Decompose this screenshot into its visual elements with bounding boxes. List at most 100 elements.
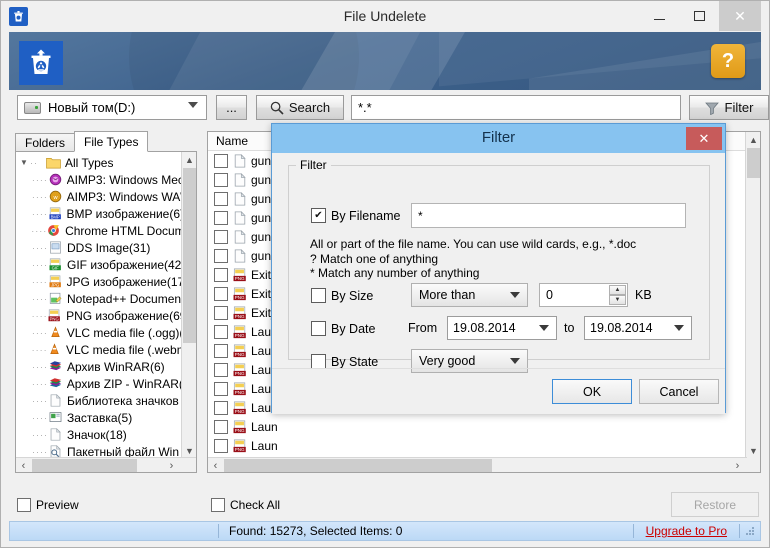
list-vertical-scrollbar[interactable]: ▲ ▼: [745, 132, 760, 472]
restore-button[interactable]: Restore: [671, 492, 759, 517]
check-all-checkbox[interactable]: Check All: [211, 497, 280, 513]
resize-grip-icon[interactable]: [744, 525, 756, 537]
table-row[interactable]: PNG Laun: [208, 417, 746, 436]
list-hscroll-left-icon[interactable]: ‹: [208, 458, 223, 472]
by-state-checkbox[interactable]: By State: [311, 354, 378, 369]
list-scroll-down-icon[interactable]: ▼: [746, 443, 760, 458]
help-button[interactable]: ?: [711, 44, 745, 78]
row-checkbox[interactable]: [214, 400, 228, 415]
row-checkbox[interactable]: [214, 324, 228, 339]
tab-file-types[interactable]: File Types: [74, 131, 149, 152]
funnel-icon: [704, 102, 719, 115]
row-checkbox[interactable]: [214, 362, 228, 377]
tree-item[interactable]: ···· Chrome HTML Docume: [16, 222, 182, 239]
by-date-checkbox[interactable]: By Date: [311, 321, 375, 336]
drive-select[interactable]: Новый том(D:): [17, 95, 207, 120]
spinner-down-icon[interactable]: ▼: [609, 295, 626, 305]
tree-item[interactable]: ···· Архив ZIP - WinRAR(: [16, 375, 182, 392]
row-checkbox[interactable]: [214, 229, 228, 244]
by-filename-checkbox[interactable]: ✔ By Filename: [311, 208, 400, 223]
tree-item[interactable]: ···· DDS Image(31): [16, 239, 182, 256]
tree-item[interactable]: ···· AIMP3: Windows Mec: [16, 171, 182, 188]
tree-scroll-up-icon[interactable]: ▲: [182, 152, 196, 167]
row-checkbox[interactable]: [214, 286, 228, 301]
tree-scroll-thumb[interactable]: [183, 168, 196, 343]
tree-connector: ····: [31, 276, 48, 287]
tree-item[interactable]: ···· BMP BMP изображение(6): [16, 205, 182, 222]
by-date-checkbox-box[interactable]: [311, 321, 326, 336]
search-input[interactable]: *.*: [351, 95, 681, 120]
list-hscroll-thumb[interactable]: [224, 459, 492, 472]
upgrade-to-pro-link[interactable]: Upgrade to Pro: [634, 524, 739, 538]
preview-checkbox-box[interactable]: [17, 498, 31, 512]
size-operator-select[interactable]: More than: [411, 283, 528, 307]
tree-item[interactable]: ···· Библиотека значков: [16, 392, 182, 409]
column-header-name[interactable]: Name: [208, 134, 248, 148]
check-all-checkbox-box[interactable]: [211, 498, 225, 512]
list-scroll-up-icon[interactable]: ▲: [746, 132, 760, 147]
by-state-checkbox-box[interactable]: [311, 354, 326, 369]
tree-vertical-scrollbar[interactable]: ▲ ▼: [181, 152, 196, 472]
tree-item[interactable]: ···· JPG JPG изображение(17: [16, 273, 182, 290]
row-checkbox[interactable]: [214, 172, 228, 187]
tree-item[interactable]: ···· PNG PNG изображение(69: [16, 307, 182, 324]
row-checkbox[interactable]: [214, 419, 228, 434]
minimize-button[interactable]: [639, 1, 679, 31]
tab-folders[interactable]: Folders: [15, 133, 76, 152]
filename-input[interactable]: *: [411, 203, 686, 228]
size-value-input[interactable]: 0 ▲ ▼: [539, 283, 628, 307]
generic-file-icon: [234, 153, 246, 168]
generic-file-icon: [234, 191, 246, 206]
row-checkbox[interactable]: [214, 248, 228, 263]
list-scroll-thumb[interactable]: [747, 148, 760, 178]
tree-hscroll-left-icon[interactable]: ‹: [16, 458, 31, 472]
tree-root-item[interactable]: ▼ ·· All Types: [16, 154, 182, 171]
tree-item[interactable]: ···· VLC media file (.ogg)(: [16, 324, 182, 341]
row-checkbox[interactable]: [214, 343, 228, 358]
row-name: Laun: [251, 419, 278, 434]
jpg-icon: JPG: [49, 275, 61, 287]
row-checkbox[interactable]: [214, 381, 228, 396]
expand-triangle-icon[interactable]: ▼: [20, 158, 30, 167]
tree-item[interactable]: ···· w AIMP3: Windows WA\: [16, 188, 182, 205]
row-checkbox[interactable]: [214, 267, 228, 282]
tree-hscroll-right-icon[interactable]: ›: [164, 458, 179, 472]
close-button[interactable]: ✕: [719, 1, 761, 31]
by-size-checkbox-box[interactable]: [311, 288, 326, 303]
status-bar: Found: 15273, Selected Items: 0 Upgrade …: [9, 521, 761, 541]
cancel-button[interactable]: Cancel: [639, 379, 719, 404]
ok-button[interactable]: OK: [552, 379, 632, 404]
filter-button[interactable]: Filter: [689, 95, 769, 120]
tree-item[interactable]: ···· Заставка(5): [16, 409, 182, 426]
filter-dialog-title: Filter: [481, 129, 516, 146]
row-checkbox[interactable]: [214, 153, 228, 168]
tree-item[interactable]: ···· Архив WinRAR(6): [16, 358, 182, 375]
filter-dialog-close-button[interactable]: ✕: [686, 127, 722, 150]
row-checkbox[interactable]: [214, 191, 228, 206]
tree-hscroll-thumb[interactable]: [32, 459, 137, 472]
date-to-picker[interactable]: 19.08.2014: [584, 316, 692, 340]
row-checkbox[interactable]: [214, 305, 228, 320]
maximize-button[interactable]: [679, 1, 719, 31]
tree-item[interactable]: ···· Значок(18): [16, 426, 182, 443]
table-row[interactable]: PNG Laun: [208, 436, 746, 455]
by-filename-checkbox-box[interactable]: ✔: [311, 208, 326, 223]
tree-horizontal-scrollbar[interactable]: ‹ ›: [16, 457, 196, 472]
row-checkbox[interactable]: [214, 210, 228, 225]
tree-item[interactable]: ···· VLC media file (.webm: [16, 341, 182, 358]
row-checkbox[interactable]: [214, 438, 228, 453]
by-size-checkbox[interactable]: By Size: [311, 288, 373, 303]
list-hscroll-right-icon[interactable]: ›: [730, 458, 745, 472]
svg-text:PNG: PNG: [235, 371, 245, 376]
size-spinner[interactable]: ▲ ▼: [609, 285, 626, 305]
tree-item[interactable]: ···· GIF GIF изображение(42: [16, 256, 182, 273]
preview-checkbox[interactable]: Preview: [17, 497, 79, 513]
list-horizontal-scrollbar[interactable]: ‹ ›: [208, 457, 747, 472]
file-types-tree: ▼ ·· All Types ···· AIMP3: Windows Mec ···…: [15, 151, 197, 473]
tree-item[interactable]: ···· Notepad++ Documen: [16, 290, 182, 307]
date-from-picker[interactable]: 19.08.2014: [447, 316, 557, 340]
search-button[interactable]: Search: [256, 95, 344, 120]
spinner-up-icon[interactable]: ▲: [609, 285, 626, 295]
browse-button[interactable]: ...: [216, 95, 247, 120]
tree-scroll-down-icon[interactable]: ▼: [182, 443, 196, 458]
